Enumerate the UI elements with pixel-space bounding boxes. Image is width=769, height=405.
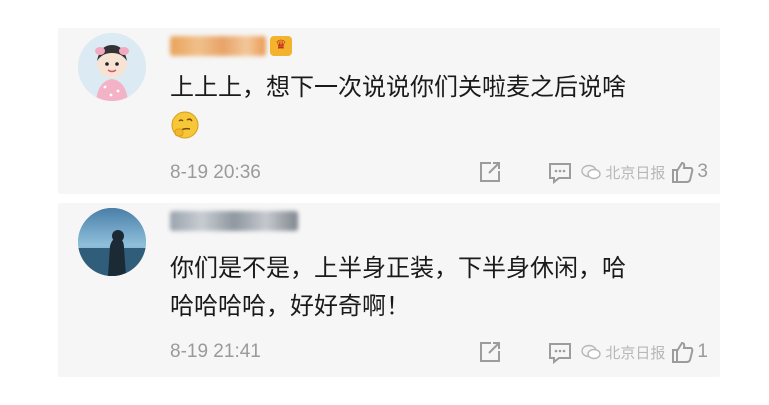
wechat-logo-icon [581, 344, 602, 360]
watermark-text: 北京日报 [605, 163, 666, 182]
like-count: 1 [697, 341, 708, 362]
comment-actions: 北京日报 1 [477, 339, 708, 365]
timestamp: 8-19 21:41 [170, 341, 261, 362]
comment-icon[interactable] [547, 159, 573, 185]
like-count: 3 [697, 161, 708, 182]
blurred-username [170, 36, 266, 56]
comments-screenshot: ♛ 上上上，想下一次说说你们关啦麦之后说啥 8-19 20:36 北京日报 3 … [0, 0, 769, 405]
repost-icon[interactable] [477, 159, 503, 185]
watermark-text: 北京日报 [605, 343, 666, 362]
comment-card: 你们是不是，上半身正装，下半身休闲，哈 哈哈哈哈，好好奇啊！ 8-19 21:4… [58, 203, 720, 377]
blurred-username [170, 211, 298, 231]
thinking-emoji-icon [171, 111, 199, 139]
comment-icon[interactable] [547, 339, 573, 365]
comment-actions: 北京日报 3 [477, 159, 708, 185]
repost-icon[interactable] [477, 339, 503, 365]
timestamp: 8-19 20:36 [170, 162, 261, 183]
watermark: 北京日报 [581, 162, 665, 183]
avatar[interactable] [78, 208, 146, 276]
crown-badge-icon: ♛ [270, 36, 292, 56]
username-redacted[interactable] [170, 209, 298, 233]
comment-text-line: 哈哈哈哈，好好奇啊！ [170, 292, 410, 320]
watermark: 北京日报 [581, 342, 665, 363]
comment-text: 你们是不是，上半身正装，下半身休闲，哈 哈哈哈哈，好好奇啊！ [170, 249, 700, 325]
wechat-logo-icon [581, 164, 602, 180]
username-redacted[interactable]: ♛ [170, 34, 292, 58]
comment-text-line: 你们是不是，上半身正装，下半身休闲，哈 [170, 254, 626, 282]
avatar[interactable] [78, 33, 146, 101]
like-icon[interactable] [669, 159, 695, 185]
comment-text: 上上上，想下一次说说你们关啦麦之后说啥 [170, 73, 626, 101]
comment-card: ♛ 上上上，想下一次说说你们关啦麦之后说啥 8-19 20:36 北京日报 3 [58, 28, 720, 194]
cartoon-girl-avatar [78, 33, 146, 101]
photo-avatar [78, 208, 146, 276]
like-icon[interactable] [669, 339, 695, 365]
